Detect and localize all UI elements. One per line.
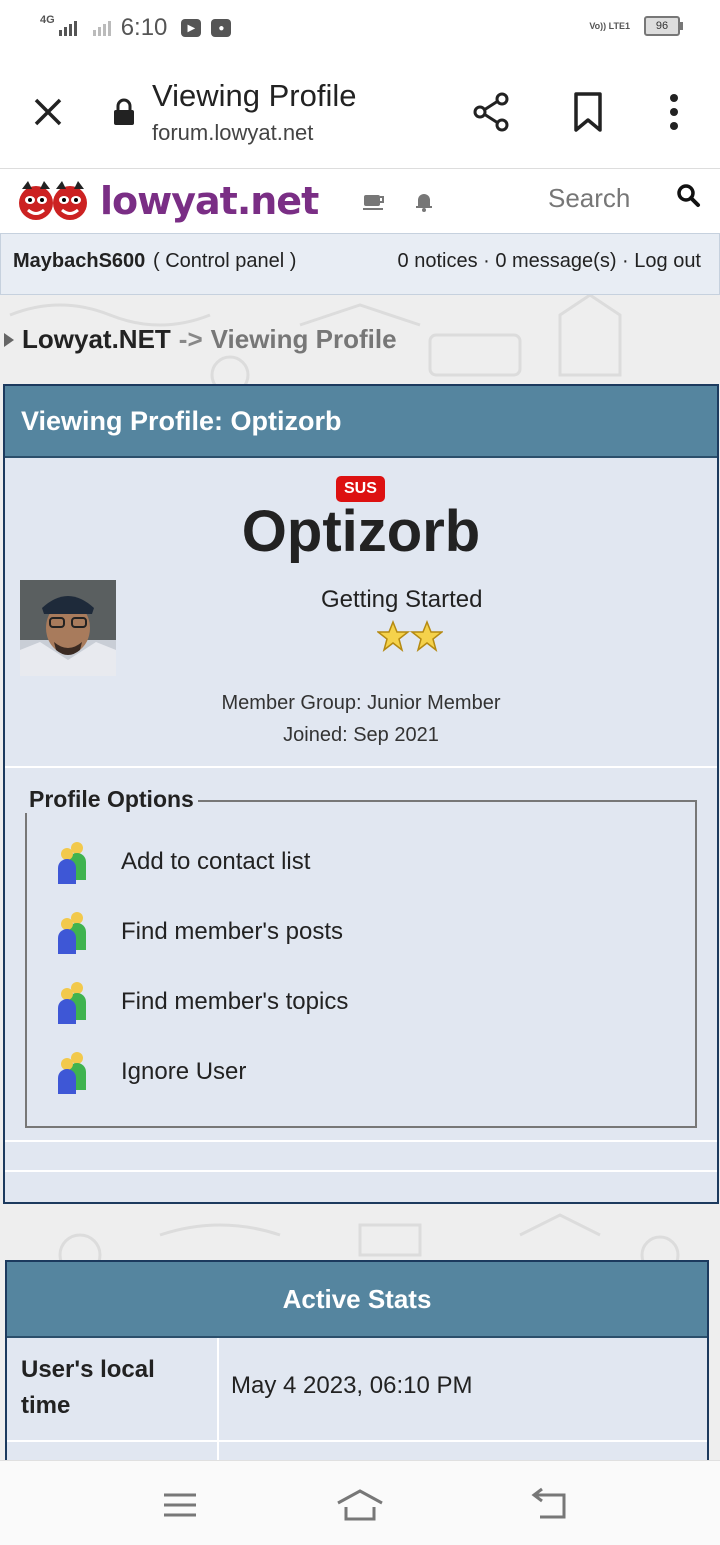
bell-icon[interactable] [412,189,436,213]
more-menu-icon[interactable] [650,88,698,136]
page-title: Viewing Profile [152,78,357,113]
home-icon[interactable] [336,1485,383,1525]
search-icon[interactable] [676,183,702,214]
user-bar: MaybachS600 ( Control panel ) 0 notices … [0,233,720,295]
option-label: Find member's topics [121,988,349,1015]
profile-panel-title: Viewing Profile: Optizorb [5,386,717,458]
notices-links[interactable]: 0 notices · 0 message(s) · Log out [398,250,701,273]
lock-icon [112,98,136,126]
divider [5,766,717,768]
coffee-icon[interactable] [362,189,386,213]
active-stats-title: Active Stats [7,1262,707,1338]
forum-header: lowyat.net Search [0,169,720,233]
site-logo[interactable]: lowyat.net [16,173,319,229]
profile-options-title: Profile Options [25,786,198,813]
volte-indicator: Vo)) LTE1 [589,20,630,31]
menu-icon[interactable] [160,1485,200,1525]
username-link[interactable]: MaybachS600 [13,250,145,273]
mic-icon: ● [211,19,232,37]
search-input[interactable]: Search [548,183,630,214]
divider [5,1140,717,1142]
battery-icon: 96 [644,16,683,36]
logo-text: lowyat.net [100,179,319,223]
system-nav-bar [0,1460,720,1545]
clock: 6:10 [120,14,168,41]
breadcrumb-home[interactable]: Lowyat.NET [22,324,171,355]
signal-2-icon [92,20,111,36]
users-icon [58,842,86,884]
status-bar: 4G 6:10 ▶ ● Vo)) LTE1 96 [0,0,720,58]
breadcrumb-arrow-icon [4,332,14,347]
divider [5,1170,717,1172]
breadcrumb-current: Viewing Profile [210,324,397,354]
breadcrumb-separator: -> [178,324,203,354]
find-topics-option[interactable]: Find member's topics [55,980,348,1024]
breadcrumb: Lowyat.NET -> Viewing Profile [0,324,397,355]
network-type: 4G [40,14,55,26]
find-posts-option[interactable]: Find member's posts [55,910,343,954]
signal-icon [58,20,77,36]
member-rank: Getting Started [321,586,483,613]
divider [7,1440,707,1442]
stat-value: May 4 2023, 06:10 PM [231,1372,473,1399]
profile-name: Optizorb [241,499,481,564]
table-row: User's local time May 4 2023, 06:10 PM [7,1338,707,1440]
share-icon[interactable] [468,88,516,136]
bookmark-icon[interactable] [564,88,612,136]
users-icon [58,982,86,1024]
mascot-icon [19,181,87,220]
member-group: Member Group: Junior Member [221,692,501,714]
stat-label: User's local time [21,1356,155,1419]
users-icon [58,1052,86,1094]
ignore-user-option[interactable]: Ignore User [55,1050,246,1094]
url-text[interactable]: forum.lowyat.net [152,120,313,146]
avatar [20,580,116,676]
close-icon[interactable] [28,92,68,132]
control-panel-link[interactable]: ( Control panel ) [153,250,296,273]
rank-stars-icon [375,619,445,657]
youtube-icon: ▶ [181,19,202,37]
profile-panel: Viewing Profile: Optizorb SUS Optizorb G… [3,384,719,1204]
users-icon [58,912,86,954]
option-label: Ignore User [121,1058,247,1085]
joined-date: Joined: Sep 2021 [283,724,439,746]
active-stats-panel: Active Stats User's local time May 4 202… [5,1260,709,1488]
option-label: Add to contact list [121,848,311,875]
add-contact-option[interactable]: Add to contact list [55,840,310,884]
browser-toolbar: Viewing Profile forum.lowyat.net [0,58,720,169]
back-icon[interactable] [530,1485,570,1525]
option-label: Find member's posts [121,918,343,945]
